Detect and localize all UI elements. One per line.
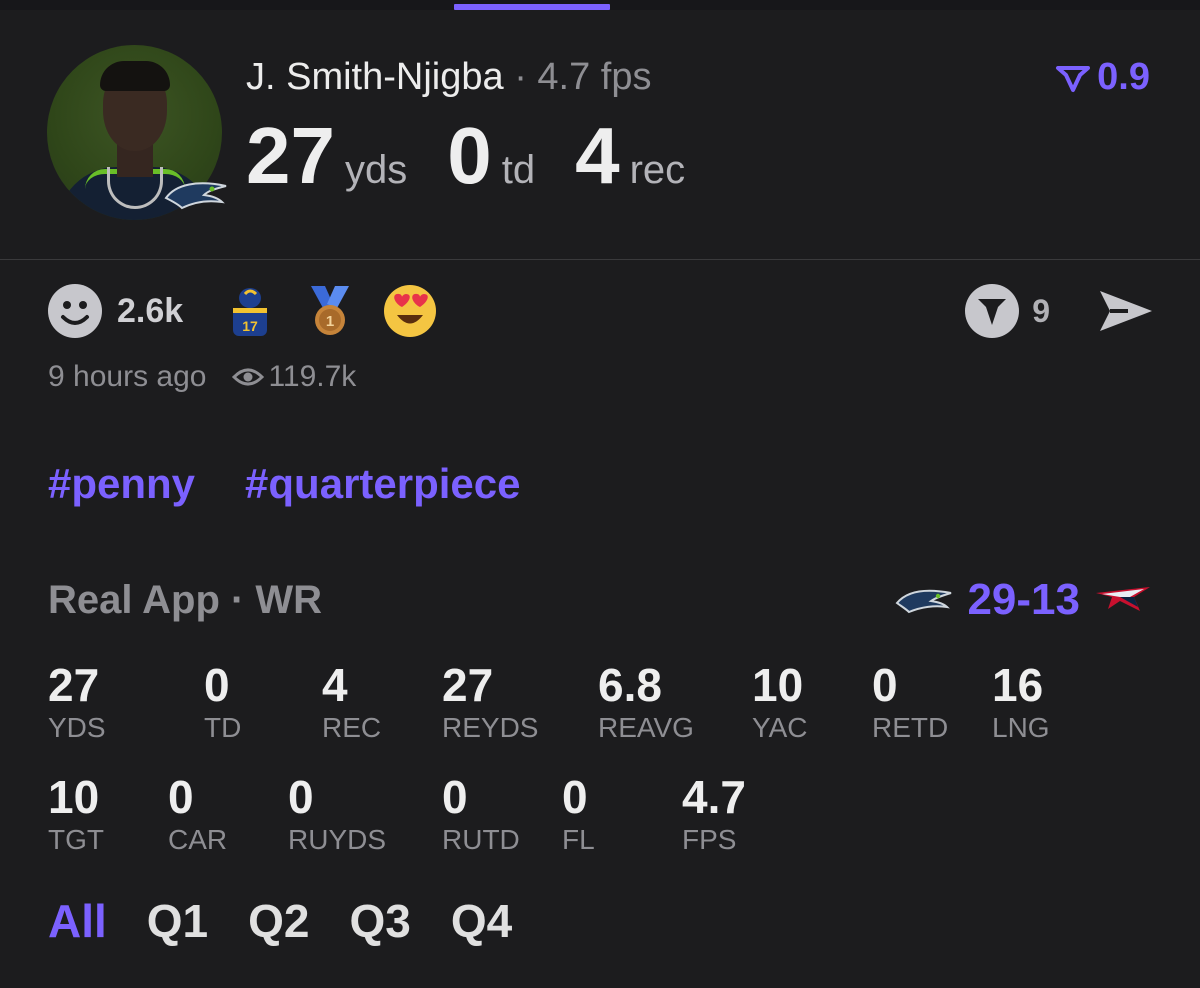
stat-value: 16 [992,659,1044,711]
stat-reavg: 6.8 REAVG [598,662,748,742]
player-sticker-icon[interactable]: 17 [223,284,277,338]
view-count-value: 119.7k [268,360,357,393]
send-arrow-icon[interactable] [1098,287,1154,335]
tab-q1[interactable]: Q1 [147,894,208,948]
stat-label: YDS [48,712,106,743]
player-fps: 4.7 fps [537,56,652,98]
comment-icon[interactable] [964,283,1020,339]
stat-value: 27 [442,659,494,711]
headline-rec-unit: rec [629,148,686,192]
stat-reyds: 27 REYDS [442,662,592,742]
heart-eyes-emoji-icon[interactable] [383,284,437,338]
stat-value: 27 [48,659,100,711]
player-name[interactable]: J. Smith-Njigba [246,56,504,98]
comment-count: 9 [1032,292,1050,329]
tab-q4[interactable]: Q4 [451,894,512,948]
stat-label: RUYDS [288,824,387,855]
patriots-logo-icon [1096,587,1150,611]
reaction-row: 2.6k 17 1 [47,283,463,339]
time-ago: 9 hours ago [48,360,207,393]
stat-label: LNG [992,712,1050,743]
stat-fps: 4.7 FPS [682,774,832,854]
score-value: 29-13 [967,575,1080,624]
stat-label: FPS [682,824,737,855]
stat-label: REYDS [442,712,539,743]
headline-stats: 27 yds 0 td 4 rec [246,110,725,200]
tag-list: #penny #quarterpiece [48,460,571,508]
active-tab-indicator [454,4,610,10]
headline-td-unit: td [501,148,536,192]
headline-yds-value: 27 [246,111,335,200]
stat-yds: 27 YDS [48,662,198,742]
vote-chevron-icon [1056,65,1091,92]
player-title: J. Smith-Njigba · 4.7 fps [246,56,652,99]
stat-ruyds: 0 RUYDS [288,774,438,854]
stat-value: 4.7 [682,771,746,823]
title-separator: · [514,56,527,98]
tab-q3[interactable]: Q3 [350,894,411,948]
avatar-hair [100,61,170,91]
stat-label: REAVG [598,712,694,743]
bronze-medal-icon[interactable]: 1 [303,284,357,338]
header-divider [0,259,1200,260]
stat-value: 0 [288,771,314,823]
post-actions: 9 [964,283,1154,339]
reaction-count: 2.6k [117,291,184,330]
smiley-face-icon[interactable] [47,283,103,339]
tab-q2[interactable]: Q2 [248,894,309,948]
source-position: Real App · WR [48,578,323,622]
headline-td-value: 0 [447,111,492,200]
svg-text:1: 1 [326,313,334,330]
tab-all[interactable]: All [48,894,107,948]
stat-value: 6.8 [598,659,662,711]
svg-text:17: 17 [242,318,258,334]
rating-badge[interactable]: 0.9 [1055,56,1150,99]
seahawks-logo-icon [896,589,952,614]
seahawks-logo-icon [164,182,227,210]
tag-link[interactable]: #penny [48,460,195,508]
view-count: 119.7k [232,360,356,394]
headline-rec-value: 4 [575,111,620,200]
game-score[interactable]: 29-13 [895,574,1152,626]
rating-value: 0.9 [1097,56,1150,98]
eye-icon [232,368,265,386]
quarter-tabs: All Q1 Q2 Q3 Q4 [48,894,552,948]
tag-link[interactable]: #quarterpiece [245,460,520,508]
post-meta: 9 hours ago 119.7k [48,360,356,394]
headline-yds-unit: yds [344,148,408,192]
stat-lng: 16 LNG [992,662,1142,742]
